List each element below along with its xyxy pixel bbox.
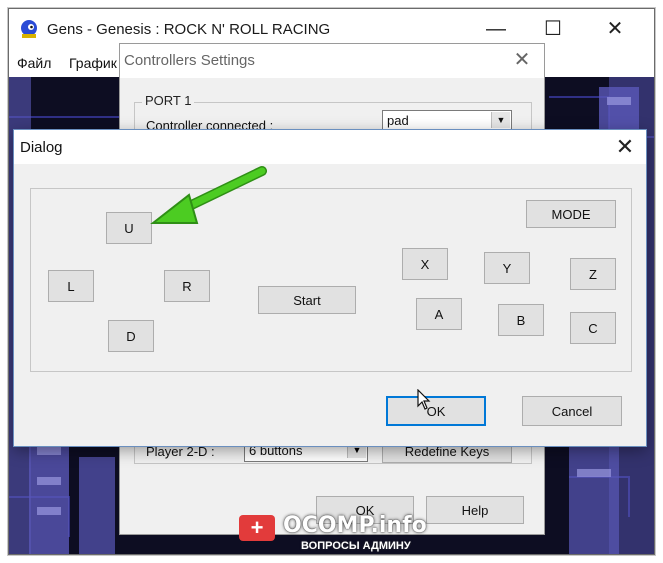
watermark-subtitle: ВОПРОСЫ АДМИНУ (301, 540, 411, 552)
key-down-button[interactable]: D (108, 320, 154, 352)
key-c-button[interactable]: C (570, 312, 616, 344)
key-a-button[interactable]: A (416, 298, 462, 330)
watermark-title: OCOMP.info (283, 513, 427, 538)
controller-connected-value: pad (387, 113, 409, 128)
maximize-button[interactable]: ☐ (541, 17, 565, 41)
watermark-plus-badge: + (239, 515, 275, 541)
chevron-down-icon[interactable]: ▼ (491, 112, 510, 128)
key-config-dialog: Dialog ✕ U L R D Start MODE X Y Z A B C … (13, 129, 647, 447)
menu-file[interactable]: Файл (17, 55, 51, 71)
port1-label: PORT 1 (142, 93, 195, 108)
gens-window-title: Gens - Genesis : ROCK N' ROLL RACING (47, 21, 331, 38)
key-right-button[interactable]: R (164, 270, 210, 302)
dialog-ok-button[interactable]: OK (386, 396, 486, 426)
key-z-button[interactable]: Z (570, 258, 616, 290)
key-start-button[interactable]: Start (258, 286, 356, 314)
screenshot-frame: Gens - Genesis : ROCK N' ROLL RACING — ☐… (8, 8, 655, 555)
key-x-button[interactable]: X (402, 248, 448, 280)
key-mode-button[interactable]: MODE (526, 200, 616, 228)
green-arrow-icon (149, 163, 274, 234)
key-up-button[interactable]: U (106, 212, 152, 244)
ocomp-watermark: + OCOMP.info ВОПРОСЫ АДМИНУ (237, 513, 457, 554)
controllers-settings-titlebar: Controllers Settings ✕ (120, 44, 544, 78)
minimize-button[interactable]: — (484, 17, 508, 41)
key-b-button[interactable]: B (498, 304, 544, 336)
controllers-settings-close-button[interactable]: ✕ (510, 48, 534, 72)
mouse-cursor-icon (417, 388, 431, 416)
controllers-settings-title: Controllers Settings (124, 52, 255, 69)
sonic-app-icon (19, 19, 39, 39)
menu-graphics[interactable]: График (69, 55, 117, 71)
dialog-title: Dialog (20, 139, 63, 156)
dialog-cancel-button[interactable]: Cancel (522, 396, 622, 426)
close-button[interactable]: ✕ (603, 17, 627, 41)
dialog-titlebar: Dialog ✕ (14, 130, 646, 164)
key-y-button[interactable]: Y (484, 252, 530, 284)
dialog-close-button[interactable]: ✕ (612, 134, 638, 160)
key-left-button[interactable]: L (48, 270, 94, 302)
